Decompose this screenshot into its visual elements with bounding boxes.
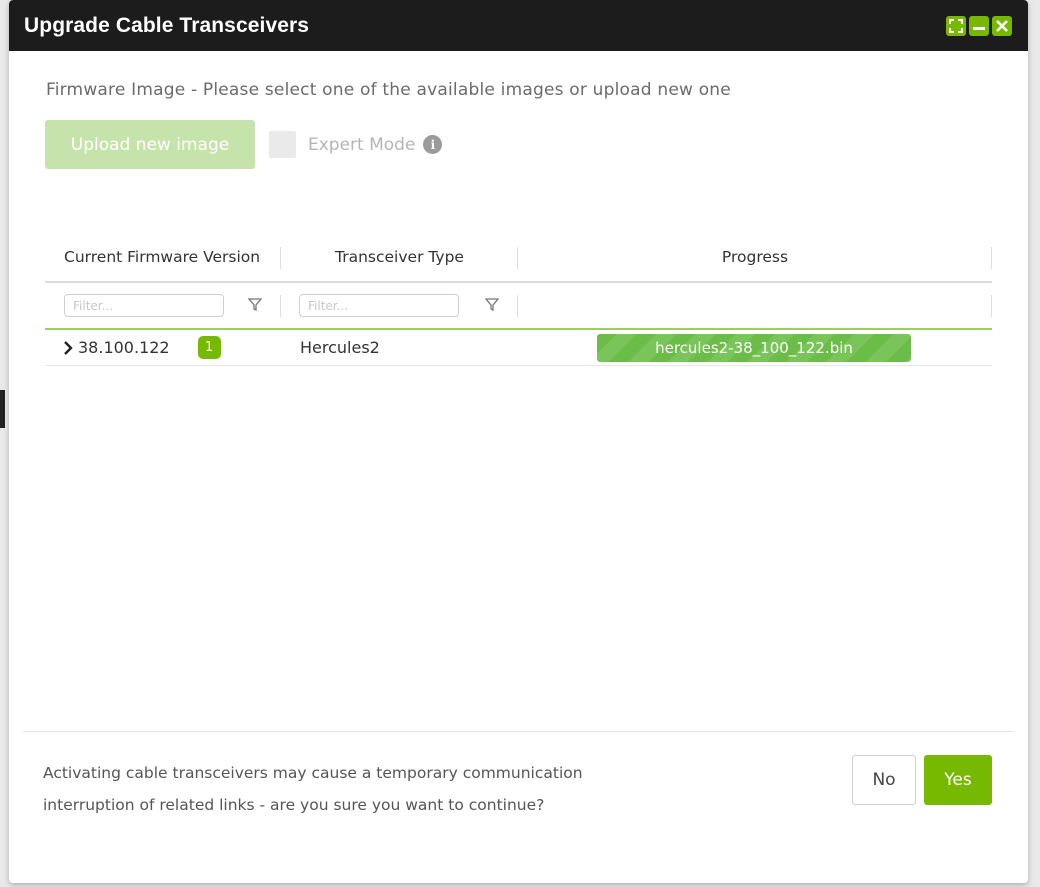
confirmation-line: Activating cable transceivers may cause …	[43, 764, 583, 782]
column-header-progress[interactable]: Progress	[518, 232, 992, 281]
dialog-body: Firmware Image - Please select one of th…	[9, 51, 1028, 883]
upgrade-dialog: Upgrade Cable Transceivers Firmware Imag…	[9, 0, 1028, 883]
dialog-title: Upgrade Cable Transceivers	[24, 13, 310, 37]
filter-funnel-icon[interactable]	[485, 298, 499, 311]
minimize-button[interactable]	[969, 15, 989, 36]
expert-mode-label: Expert Mode	[308, 134, 416, 155]
upload-image-button[interactable]: Upload new image	[45, 120, 255, 169]
firmware-grid: Current Firmware Version Transceiver Typ…	[45, 232, 992, 366]
close-button[interactable]	[992, 15, 1012, 36]
firmware-subtitle: Firmware Image - Please select one of th…	[46, 80, 731, 100]
column-header-label: Transceiver Type	[335, 247, 464, 266]
expert-mode: Expert Mode i	[269, 131, 443, 158]
maximize-button[interactable]	[946, 15, 966, 36]
chevron-right-icon	[64, 340, 73, 355]
firmware-toolbar: Upload new image Expert Mode i	[45, 120, 443, 169]
info-icon[interactable]: i	[423, 135, 443, 154]
column-header-label: Progress	[721, 247, 789, 266]
table-row[interactable]: 38.100.122 1 Hercules2 hercules2-38_100_…	[45, 330, 992, 366]
transceiver-type: Hercules2	[300, 338, 380, 357]
type-filter-input[interactable]	[299, 294, 459, 317]
confirmation-line: interruption of related links - are you …	[43, 796, 545, 814]
column-separator	[991, 295, 992, 317]
close-icon	[996, 19, 1008, 32]
version-filter-input[interactable]	[64, 294, 224, 317]
expert-mode-checkbox[interactable]	[269, 131, 296, 158]
count-badge: 1	[197, 336, 221, 359]
filter-cell-type	[281, 283, 518, 328]
filter-row	[45, 283, 992, 330]
confirmation-message: Activating cable transceivers may cause …	[43, 757, 623, 821]
filter-cell-version	[45, 283, 281, 328]
yes-button[interactable]: Yes	[924, 755, 992, 805]
column-header-version[interactable]: Current Firmware Version	[45, 232, 281, 281]
minimize-icon	[973, 26, 985, 30]
dialog-titlebar: Upgrade Cable Transceivers	[9, 0, 1028, 51]
background-app-edge	[0, 60, 8, 840]
firmware-version: 38.100.122	[78, 338, 170, 357]
expand-row-button[interactable]	[63, 340, 73, 355]
window-controls	[946, 15, 1012, 36]
cell-type: Hercules2	[281, 330, 518, 365]
filter-funnel-icon[interactable]	[248, 298, 262, 311]
filter-cell-progress	[518, 283, 992, 328]
column-header-type[interactable]: Transceiver Type	[281, 232, 518, 281]
no-button[interactable]: No	[852, 755, 916, 805]
cell-progress: hercules2-38_100_122.bin	[518, 330, 992, 365]
grid-header: Current Firmware Version Transceiver Typ…	[45, 232, 992, 283]
background-fragment	[0, 390, 5, 428]
progress-bar: hercules2-38_100_122.bin	[597, 333, 911, 362]
maximize-icon	[949, 18, 963, 33]
footer-divider	[23, 731, 1013, 732]
column-header-label: Current Firmware Version	[64, 247, 261, 266]
cell-version: 38.100.122 1	[45, 330, 281, 365]
column-separator[interactable]	[991, 247, 992, 269]
